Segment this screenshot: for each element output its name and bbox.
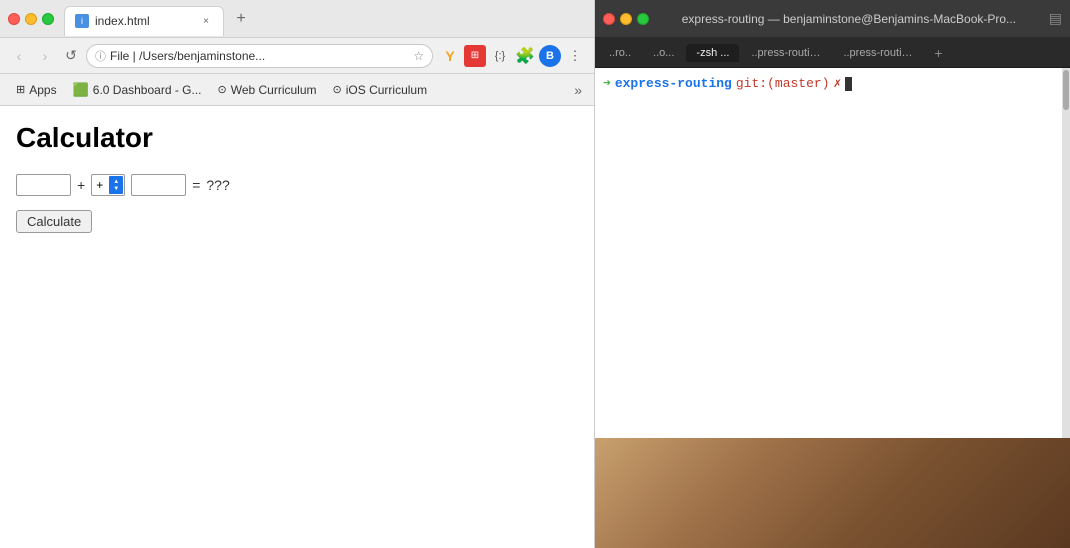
forward-button[interactable]: › [34,45,56,67]
browser-traffic-lights [8,13,54,25]
bookmark-web-curriculum[interactable]: ⊙ Web Curriculum [210,79,325,101]
number-input-left[interactable] [16,174,71,196]
equals-label: = [192,177,200,193]
terminal-maximize-button[interactable] [637,13,649,25]
terminal-content-area: ➜ express-routing git:(master) ✗ [595,68,1070,548]
apps-grid-icon: ⊞ [16,83,25,96]
number-input-right[interactable] [131,174,186,196]
terminal-cursor [845,77,852,91]
bookmark-star-icon[interactable]: ☆ [413,49,424,63]
bookmarks-bar: ⊞ Apps 🟩 6.0 Dashboard - G... ⊙ Web Curr… [0,74,594,106]
browser-tabs: i index.html × + [64,2,586,36]
browser-maximize-button[interactable] [42,13,54,25]
bookmark-apps[interactable]: ⊞ Apps [8,79,65,101]
operator-label: + [77,177,85,193]
bookmark-apps-label: Apps [29,83,56,97]
terminal-tabs: ..ro.. ..o... -zsh ... ..press-routing .… [595,38,1070,68]
back-button[interactable]: ‹ [8,45,30,67]
tab-close-button[interactable]: × [199,14,213,28]
browser-addressbar: ‹ › ↺ ⓘ File | /Users/benjaminstone... ☆… [0,38,594,74]
bookmark-dashboard[interactable]: 🟩 6.0 Dashboard - G... [65,78,210,102]
chrome-menu-button[interactable]: ⋮ [564,45,586,67]
terminal-tab-2-active[interactable]: -zsh ... [686,44,739,62]
browser-close-button[interactable] [8,13,20,25]
address-bar[interactable]: ⓘ File | /Users/benjaminstone... ☆ [86,44,433,68]
bookmark-dashboard-label: 6.0 Dashboard - G... [93,83,202,97]
terminal-tab-3[interactable]: ..press-routing [741,44,831,62]
bookmark-web-label: Web Curriculum [231,83,317,97]
prompt-git-label: git:(master) [736,76,830,91]
terminal-traffic-lights [603,13,649,25]
prompt-directory: express-routing [615,76,732,91]
bookmark-ios-label: iOS Curriculum [346,83,427,97]
new-tab-button[interactable]: + [228,6,254,32]
reload-button[interactable]: ↺ [60,45,82,67]
prompt-arrow-icon: ➜ [603,76,611,91]
terminal-grid-icon[interactable]: ▤ [1049,10,1062,27]
address-info-icon: ⓘ [95,48,106,64]
operator-select-wrapper: + - * / [91,174,125,196]
calculator-row: + + - * / = ??? [16,174,578,196]
more-extensions-icon[interactable]: ⊞ [464,45,486,67]
address-url: File | /Users/benjaminstone... [110,49,409,63]
bookmark-ios-curriculum[interactable]: ⊙ iOS Curriculum [325,79,436,101]
browser-tab-active[interactable]: i index.html × [64,6,224,36]
tab-title: index.html [95,14,193,28]
browser-titlebar: i index.html × + [0,0,594,38]
terminal-tab-4[interactable]: ..press-routing [833,44,923,62]
page-content: Calculator + + - * / = ??? Calculate [0,106,594,548]
terminal-close-button[interactable] [603,13,615,25]
result-display: ??? [206,177,229,193]
github-ios-icon: ⊙ [333,83,342,96]
terminal-panel: express-routing — benjaminstone@Benjamin… [595,0,1070,548]
terminal-prompt-line: ➜ express-routing git:(master) ✗ [603,76,1062,91]
browser-minimize-button[interactable] [25,13,37,25]
terminal-tab-1[interactable]: ..o... [643,44,684,62]
calculate-button[interactable]: Calculate [16,210,92,233]
terminal-new-tab-button[interactable]: + [927,42,949,64]
terminal-desktop-background [595,438,1070,548]
toolbar-icons: Y ⊞ {:} 🧩 B ⋮ [439,45,586,67]
prompt-branch-name: master [775,76,822,91]
page-title: Calculator [16,122,578,154]
terminal-minimize-button[interactable] [620,13,632,25]
devtools-icon[interactable]: {:} [489,45,511,67]
terminal-titlebar: express-routing — benjaminstone@Benjamin… [595,0,1070,38]
operator-select[interactable]: + - * / [91,174,125,196]
tab-favicon: i [75,14,89,28]
user-avatar[interactable]: B [539,45,561,67]
terminal-tab-0[interactable]: ..ro.. [599,44,641,62]
bookmarks-overflow-button[interactable]: » [570,78,586,102]
terminal-window-title: express-routing — benjaminstone@Benjamin… [655,12,1043,26]
dashboard-icon: 🟩 [73,82,89,98]
extensions-icon[interactable]: Y [439,45,461,67]
extensions-menu-icon[interactable]: 🧩 [514,45,536,67]
terminal-scrollbar-thumb[interactable] [1063,70,1069,110]
browser-panel: i index.html × + ‹ › ↺ ⓘ File | /Users/b… [0,0,595,548]
github-web-icon: ⊙ [218,83,227,96]
prompt-clean-icon: ✗ [834,76,842,91]
